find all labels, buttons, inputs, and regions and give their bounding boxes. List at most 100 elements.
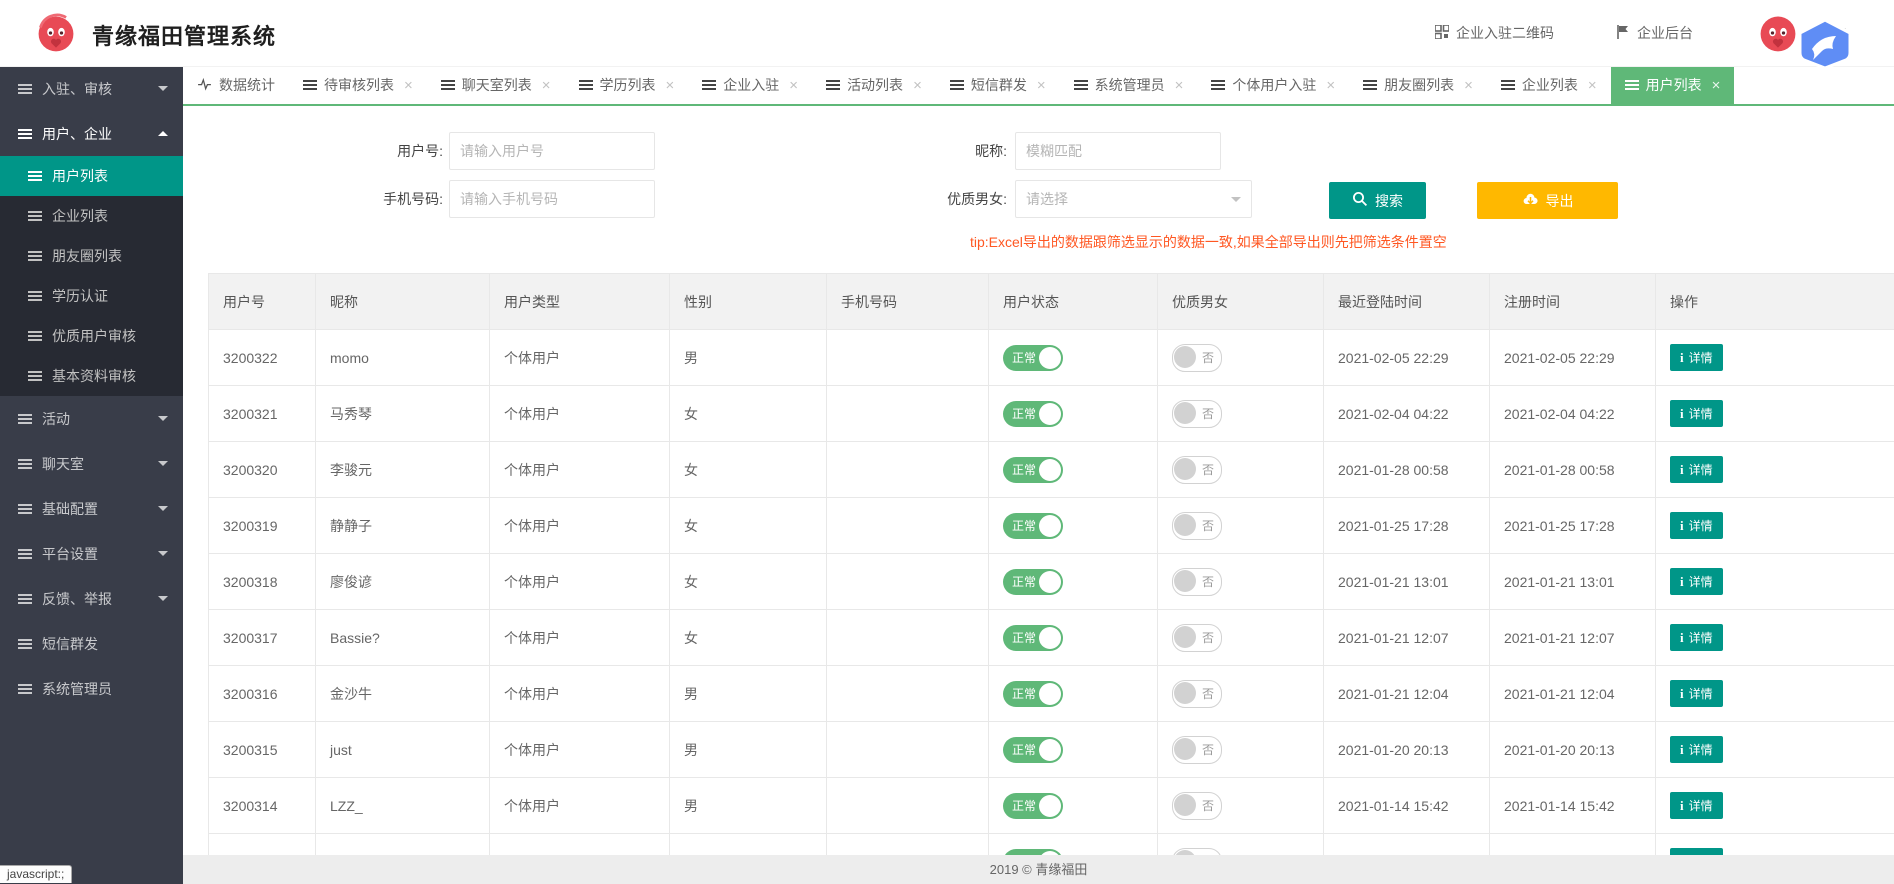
- detail-button[interactable]: i详情: [1670, 792, 1723, 819]
- premium-gender-select[interactable]: 请选择: [1015, 180, 1252, 218]
- toggle-on-label: 正常: [1012, 405, 1036, 422]
- detail-button[interactable]: i详情: [1670, 680, 1723, 707]
- tab-数据统计[interactable]: 数据统计: [183, 66, 289, 104]
- sidebar-item-平台设置[interactable]: 平台设置: [0, 531, 183, 576]
- export-button[interactable]: 导出: [1477, 182, 1618, 219]
- sidebar-item-朋友圈列表[interactable]: 朋友圈列表: [0, 236, 183, 276]
- premium-gender-toggle[interactable]: 否: [1172, 680, 1222, 708]
- chevron-down-icon: [158, 596, 168, 606]
- close-icon[interactable]: ×: [789, 78, 798, 93]
- detail-button-label: 详情: [1689, 517, 1713, 534]
- premium-gender-toggle[interactable]: 否: [1172, 400, 1222, 428]
- tab-用户列表[interactable]: 用户列表×: [1611, 66, 1735, 104]
- gender-cell: 女: [670, 498, 827, 554]
- detail-button[interactable]: i详情: [1670, 848, 1723, 855]
- close-icon[interactable]: ×: [913, 78, 922, 93]
- premium-gender-toggle[interactable]: 否: [1172, 848, 1222, 856]
- list-icon: [1625, 79, 1639, 91]
- sidebar-item-活动[interactable]: 活动: [0, 396, 183, 441]
- user-status-toggle[interactable]: 正常: [1003, 737, 1063, 763]
- sidebar-item-label: 基本资料审核: [52, 366, 136, 386]
- tab-个体用户入驻[interactable]: 个体用户入驻×: [1197, 66, 1349, 104]
- tab-bar: 数据统计待审核列表×聊天室列表×学历列表×企业入驻×活动列表×短信群发×系统管理…: [183, 66, 1894, 106]
- toggle-knob: [1039, 795, 1061, 817]
- premium-gender-toggle[interactable]: 否: [1172, 792, 1222, 820]
- sidebar-item-聊天室[interactable]: 聊天室: [0, 441, 183, 486]
- sidebar-item-优质用户审核[interactable]: 优质用户审核: [0, 316, 183, 356]
- nickname-input[interactable]: [1015, 132, 1221, 170]
- premium-gender-toggle[interactable]: 否: [1172, 736, 1222, 764]
- tab-聊天室列表[interactable]: 聊天室列表×: [427, 66, 565, 104]
- user-status-toggle[interactable]: 正常: [1003, 513, 1063, 539]
- close-icon[interactable]: ×: [1588, 78, 1597, 93]
- tab-企业入驻[interactable]: 企业入驻×: [688, 66, 812, 104]
- phone-cell: [827, 330, 989, 386]
- sidebar-item-基础配置[interactable]: 基础配置: [0, 486, 183, 531]
- sidebar-item-用户列表[interactable]: 用户列表: [0, 156, 183, 196]
- list-icon: [18, 128, 32, 140]
- sidebar-item-入驻、审核[interactable]: 入驻、审核: [0, 66, 183, 111]
- tab-学历列表[interactable]: 学历列表×: [565, 66, 689, 104]
- close-icon[interactable]: ×: [1037, 78, 1046, 93]
- tab-企业列表[interactable]: 企业列表×: [1487, 66, 1611, 104]
- premium-gender-toggle[interactable]: 否: [1172, 456, 1222, 484]
- user-type-cell: 个体用户: [490, 386, 670, 442]
- sidebar-item-企业列表[interactable]: 企业列表: [0, 196, 183, 236]
- tab-活动列表[interactable]: 活动列表×: [812, 66, 936, 104]
- user-status-toggle[interactable]: 正常: [1003, 793, 1063, 819]
- tab-短信群发[interactable]: 短信群发×: [936, 66, 1060, 104]
- premium-gender-toggle[interactable]: 否: [1172, 624, 1222, 652]
- close-icon[interactable]: ×: [1175, 78, 1184, 93]
- close-icon[interactable]: ×: [1712, 78, 1721, 93]
- close-icon[interactable]: ×: [666, 78, 675, 93]
- tab-系统管理员[interactable]: 系统管理员×: [1060, 66, 1198, 104]
- sidebar-item-用户、企业[interactable]: 用户、企业: [0, 111, 183, 156]
- enterprise-qr-link[interactable]: 企业入驻二维码: [1435, 0, 1554, 66]
- enterprise-backend-link[interactable]: 企业后台: [1616, 0, 1693, 66]
- detail-button[interactable]: i详情: [1670, 400, 1723, 427]
- nickname-cell: 廖俊谚: [316, 554, 490, 610]
- info-icon: i: [1680, 630, 1684, 646]
- sidebar-item-基本资料审核[interactable]: 基本资料审核: [0, 356, 183, 396]
- last-login-cell: 2021-01-28 00:58: [1324, 442, 1490, 498]
- phone-input[interactable]: [449, 180, 655, 218]
- premium-gender-toggle[interactable]: 否: [1172, 344, 1222, 372]
- tab-待审核列表[interactable]: 待审核列表×: [289, 66, 427, 104]
- detail-button[interactable]: i详情: [1670, 736, 1723, 763]
- sidebar-nav: 入驻、审核用户、企业用户列表企业列表朋友圈列表学历认证优质用户审核基本资料审核活…: [0, 66, 183, 884]
- user-id-cell: 3200320: [209, 442, 316, 498]
- nickname-cell: Bassie?: [316, 610, 490, 666]
- detail-button[interactable]: i详情: [1670, 456, 1723, 483]
- sidebar-item-系统管理员[interactable]: 系统管理员: [0, 666, 183, 711]
- actions-cell: i详情: [1656, 666, 1894, 722]
- premium-gender-toggle[interactable]: 否: [1172, 512, 1222, 540]
- user-status-toggle[interactable]: 正常: [1003, 401, 1063, 427]
- sidebar-item-学历认证[interactable]: 学历认证: [0, 276, 183, 316]
- detail-button[interactable]: i详情: [1670, 344, 1723, 371]
- sidebar-item-短信群发[interactable]: 短信群发: [0, 621, 183, 666]
- list-icon: [1363, 79, 1377, 91]
- user-status-toggle[interactable]: 正常: [1003, 345, 1063, 371]
- search-button[interactable]: 搜索: [1329, 182, 1426, 219]
- registered-cell: 2021-01-28 00:58: [1490, 442, 1656, 498]
- list-icon: [18, 503, 32, 515]
- user-status-toggle[interactable]: 正常: [1003, 457, 1063, 483]
- sidebar-item-反馈、举报[interactable]: 反馈、举报: [0, 576, 183, 621]
- user-status-toggle[interactable]: 正常: [1003, 569, 1063, 595]
- user-status-toggle[interactable]: 正常: [1003, 681, 1063, 707]
- detail-button[interactable]: i详情: [1670, 512, 1723, 539]
- table-row: 3200314LZZ_个体用户男正常否2021-01-14 15:422021-…: [209, 778, 1894, 834]
- detail-button-label: 详情: [1689, 405, 1713, 422]
- detail-button[interactable]: i详情: [1670, 568, 1723, 595]
- sidebar-item-label: 企业列表: [52, 206, 108, 226]
- user-status-toggle[interactable]: 正常: [1003, 625, 1063, 651]
- tab-朋友圈列表[interactable]: 朋友圈列表×: [1349, 66, 1487, 104]
- close-icon[interactable]: ×: [404, 78, 413, 93]
- premium-gender-toggle[interactable]: 否: [1172, 568, 1222, 596]
- user-id-input[interactable]: [449, 132, 655, 170]
- app-title: 青缘福田管理系统: [92, 19, 276, 51]
- close-icon[interactable]: ×: [542, 78, 551, 93]
- close-icon[interactable]: ×: [1464, 78, 1473, 93]
- close-icon[interactable]: ×: [1326, 78, 1335, 93]
- detail-button[interactable]: i详情: [1670, 624, 1723, 651]
